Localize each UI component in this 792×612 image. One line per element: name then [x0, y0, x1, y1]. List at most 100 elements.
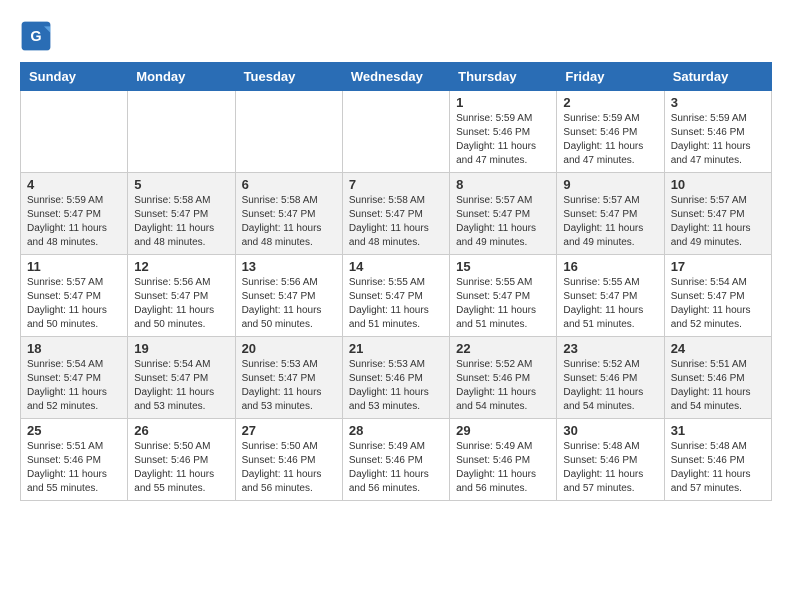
calendar-cell: 28Sunrise: 5:49 AM Sunset: 5:46 PM Dayli… — [342, 419, 449, 501]
day-number: 13 — [242, 259, 336, 274]
calendar-cell: 19 Sunrise: 5:54 AM Sunset: 5:47 PM Dayli… — [128, 337, 235, 419]
calendar-body: 1 Sunrise: 5:59 AM Sunset: 5:46 PM Daylig… — [21, 91, 772, 501]
calendar-cell: 20Sunrise: 5:53 AM Sunset: 5:47 PM Dayli… — [235, 337, 342, 419]
day-info: Sunrise: 5:49 AM Sunset: 5:46 PM Dayligh… — [456, 440, 550, 496]
day-info: Sunrise: 5:51 AM Sunset: 5:46 PM Dayligh… — [27, 440, 121, 496]
calendar-cell: 18 Sunrise: 5:54 AM Sunset: 5:47 PM Dayli… — [21, 337, 128, 419]
calendar-cell: 3Sunrise: 5:59 AM Sunset: 5:46 PM Daylig… — [664, 91, 771, 173]
day-info: Sunrise: 5:58 AM Sunset: 5:47 PM Dayligh… — [242, 194, 336, 250]
calendar-cell: 17Sunrise: 5:54 AM Sunset: 5:47 PM Dayli… — [664, 255, 771, 337]
day-info: Sunrise: 5:54 AM Sunset: 5:47 PM Dayligh… — [27, 358, 121, 414]
day-info: Sunrise: 5:55 AM Sunset: 5:47 PM Dayligh… — [349, 276, 443, 332]
calendar-cell: 10 Sunrise: 5:57 AM Sunset: 5:47 PM Dayli… — [664, 173, 771, 255]
day-number: 6 — [242, 177, 336, 192]
day-info: Sunrise: 5:55 AM Sunset: 5:47 PM Dayligh… — [456, 276, 550, 332]
day-info: Sunrise: 5:48 AM Sunset: 5:46 PM Dayligh… — [671, 440, 765, 496]
day-info: Sunrise: 5:59 AM Sunset: 5:46 PM Dayligh… — [456, 112, 550, 168]
day-number: 14 — [349, 259, 443, 274]
weekday-wednesday: Wednesday — [342, 63, 449, 91]
day-info: Sunrise: 5:59 AM Sunset: 5:46 PM Dayligh… — [671, 112, 765, 168]
weekday-header-row: SundayMondayTuesdayWednesdayThursdayFrid… — [21, 63, 772, 91]
svg-text:G: G — [30, 29, 41, 45]
day-number: 27 — [242, 423, 336, 438]
calendar-cell: 15 Sunrise: 5:55 AM Sunset: 5:47 PM Dayli… — [450, 255, 557, 337]
weekday-thursday: Thursday — [450, 63, 557, 91]
calendar-cell: 26 Sunrise: 5:50 AM Sunset: 5:46 PM Dayli… — [128, 419, 235, 501]
logo-icon: G — [20, 20, 52, 52]
day-number: 30 — [563, 423, 657, 438]
calendar-cell: 8 Sunrise: 5:57 AM Sunset: 5:47 PM Daylig… — [450, 173, 557, 255]
calendar-cell: 2Sunrise: 5:59 AM Sunset: 5:46 PM Daylig… — [557, 91, 664, 173]
calendar-cell: 1 Sunrise: 5:59 AM Sunset: 5:46 PM Daylig… — [450, 91, 557, 173]
day-info: Sunrise: 5:57 AM Sunset: 5:47 PM Dayligh… — [563, 194, 657, 250]
day-number: 22 — [456, 341, 550, 356]
day-number: 1 — [456, 95, 550, 110]
weekday-friday: Friday — [557, 63, 664, 91]
day-number: 23 — [563, 341, 657, 356]
calendar-cell: 16 Sunrise: 5:55 AM Sunset: 5:47 PM Dayli… — [557, 255, 664, 337]
day-info: Sunrise: 5:48 AM Sunset: 5:46 PM Dayligh… — [563, 440, 657, 496]
calendar-week-3: 11 Sunrise: 5:57 AM Sunset: 5:47 PM Dayli… — [21, 255, 772, 337]
day-number: 15 — [456, 259, 550, 274]
page-header: G — [20, 20, 772, 52]
day-number: 11 — [27, 259, 121, 274]
calendar-cell: 5 Sunrise: 5:58 AM Sunset: 5:47 PM Daylig… — [128, 173, 235, 255]
day-info: Sunrise: 5:57 AM Sunset: 5:47 PM Dayligh… — [27, 276, 121, 332]
day-number: 28 — [349, 423, 443, 438]
calendar-table: SundayMondayTuesdayWednesdayThursdayFrid… — [20, 62, 772, 501]
calendar-cell: 31 Sunrise: 5:48 AM Sunset: 5:46 PM Dayli… — [664, 419, 771, 501]
day-number: 24 — [671, 341, 765, 356]
day-number: 29 — [456, 423, 550, 438]
day-info: Sunrise: 5:53 AM Sunset: 5:46 PM Dayligh… — [349, 358, 443, 414]
calendar-cell: 13 Sunrise: 5:56 AM Sunset: 5:47 PM Dayli… — [235, 255, 342, 337]
day-info: Sunrise: 5:50 AM Sunset: 5:46 PM Dayligh… — [134, 440, 228, 496]
day-number: 19 — [134, 341, 228, 356]
day-info: Sunrise: 5:56 AM Sunset: 5:47 PM Dayligh… — [134, 276, 228, 332]
day-number: 9 — [563, 177, 657, 192]
day-info: Sunrise: 5:58 AM Sunset: 5:47 PM Dayligh… — [134, 194, 228, 250]
calendar-week-5: 25 Sunrise: 5:51 AM Sunset: 5:46 PM Dayli… — [21, 419, 772, 501]
calendar-cell: 11 Sunrise: 5:57 AM Sunset: 5:47 PM Dayli… — [21, 255, 128, 337]
calendar-cell: 27Sunrise: 5:50 AM Sunset: 5:46 PM Dayli… — [235, 419, 342, 501]
calendar-cell: 9 Sunrise: 5:57 AM Sunset: 5:47 PM Daylig… — [557, 173, 664, 255]
calendar-cell: 24 Sunrise: 5:51 AM Sunset: 5:46 PM Dayli… — [664, 337, 771, 419]
calendar-cell — [235, 91, 342, 173]
calendar-cell: 23Sunrise: 5:52 AM Sunset: 5:46 PM Dayli… — [557, 337, 664, 419]
day-number: 16 — [563, 259, 657, 274]
day-number: 8 — [456, 177, 550, 192]
calendar-cell: 21 Sunrise: 5:53 AM Sunset: 5:46 PM Dayli… — [342, 337, 449, 419]
day-info: Sunrise: 5:55 AM Sunset: 5:47 PM Dayligh… — [563, 276, 657, 332]
calendar-cell — [128, 91, 235, 173]
day-number: 7 — [349, 177, 443, 192]
calendar-cell — [342, 91, 449, 173]
calendar-cell: 6 Sunrise: 5:58 AM Sunset: 5:47 PM Daylig… — [235, 173, 342, 255]
day-number: 12 — [134, 259, 228, 274]
calendar-cell — [21, 91, 128, 173]
day-info: Sunrise: 5:51 AM Sunset: 5:46 PM Dayligh… — [671, 358, 765, 414]
weekday-saturday: Saturday — [664, 63, 771, 91]
day-info: Sunrise: 5:57 AM Sunset: 5:47 PM Dayligh… — [671, 194, 765, 250]
day-number: 21 — [349, 341, 443, 356]
day-number: 18 — [27, 341, 121, 356]
weekday-tuesday: Tuesday — [235, 63, 342, 91]
calendar-cell: 7Sunrise: 5:58 AM Sunset: 5:47 PM Daylig… — [342, 173, 449, 255]
day-info: Sunrise: 5:56 AM Sunset: 5:47 PM Dayligh… — [242, 276, 336, 332]
day-info: Sunrise: 5:54 AM Sunset: 5:47 PM Dayligh… — [134, 358, 228, 414]
day-number: 17 — [671, 259, 765, 274]
calendar-cell: 25 Sunrise: 5:51 AM Sunset: 5:46 PM Dayli… — [21, 419, 128, 501]
day-number: 4 — [27, 177, 121, 192]
day-info: Sunrise: 5:59 AM Sunset: 5:46 PM Dayligh… — [563, 112, 657, 168]
calendar-week-4: 18 Sunrise: 5:54 AM Sunset: 5:47 PM Dayli… — [21, 337, 772, 419]
day-number: 26 — [134, 423, 228, 438]
weekday-monday: Monday — [128, 63, 235, 91]
weekday-sunday: Sunday — [21, 63, 128, 91]
day-number: 25 — [27, 423, 121, 438]
day-number: 31 — [671, 423, 765, 438]
calendar-cell: 14 Sunrise: 5:55 AM Sunset: 5:47 PM Dayli… — [342, 255, 449, 337]
day-number: 10 — [671, 177, 765, 192]
calendar-week-2: 4Sunrise: 5:59 AM Sunset: 5:47 PM Daylig… — [21, 173, 772, 255]
calendar-week-1: 1 Sunrise: 5:59 AM Sunset: 5:46 PM Daylig… — [21, 91, 772, 173]
day-info: Sunrise: 5:57 AM Sunset: 5:47 PM Dayligh… — [456, 194, 550, 250]
day-number: 5 — [134, 177, 228, 192]
day-number: 20 — [242, 341, 336, 356]
